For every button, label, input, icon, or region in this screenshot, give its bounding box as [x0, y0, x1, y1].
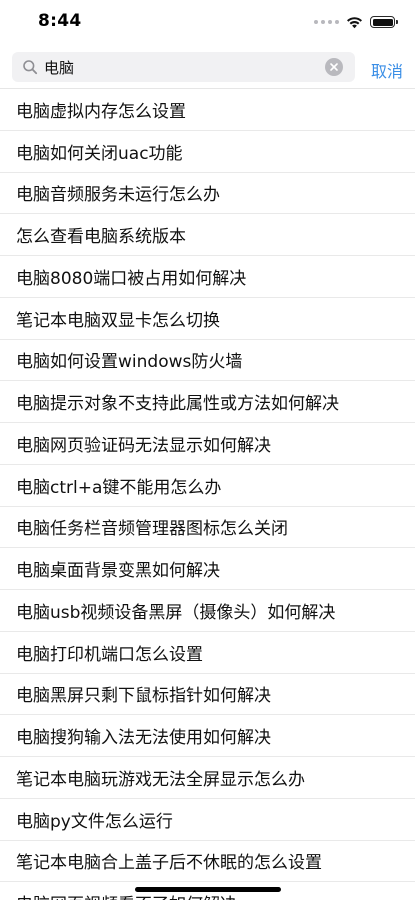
search-screen: 8:44 电脑 取消 电脑虚拟内存怎么设置 电脑如何关闭uac功能 电脑音频服务…	[0, 0, 415, 900]
status-icons	[314, 15, 398, 29]
clear-icon[interactable]	[325, 58, 343, 76]
battery-icon	[370, 16, 398, 28]
list-item[interactable]: 电脑提示对象不支持此属性或方法如何解决	[0, 381, 415, 423]
search-input[interactable]	[44, 54, 308, 80]
cancel-button[interactable]: 取消	[371, 58, 403, 82]
list-item[interactable]: 笔记本电脑双显卡怎么切换	[0, 298, 415, 340]
list-item[interactable]: 笔记本电脑玩游戏无法全屏显示怎么办	[0, 757, 415, 799]
list-item[interactable]: 电脑8080端口被占用如何解决	[0, 256, 415, 298]
list-item[interactable]: 电脑桌面背景变黑如何解决	[0, 548, 415, 590]
home-indicator[interactable]	[135, 887, 281, 892]
list-item[interactable]: 怎么查看电脑系统版本	[0, 214, 415, 256]
list-item[interactable]: 电脑py文件怎么运行	[0, 799, 415, 841]
list-item[interactable]: 电脑如何设置windows防火墙	[0, 340, 415, 382]
list-item[interactable]: 电脑搜狗输入法无法使用如何解决	[0, 715, 415, 757]
wifi-icon	[347, 16, 362, 28]
search-icon	[23, 60, 38, 75]
list-item[interactable]: 电脑如何关闭uac功能	[0, 131, 415, 173]
list-item[interactable]: 电脑usb视频设备黑屏（摄像头）如何解决	[0, 590, 415, 632]
list-item[interactable]: 电脑ctrl+a键不能用怎么办	[0, 465, 415, 507]
suggestion-list: 电脑虚拟内存怎么设置 电脑如何关闭uac功能 电脑音频服务未运行怎么办 怎么查看…	[0, 88, 415, 900]
search-header: 取消	[0, 50, 415, 86]
list-item[interactable]: 电脑任务栏音频管理器图标怎么关闭	[0, 507, 415, 549]
status-time: 8:44	[38, 11, 82, 31]
status-bar: 8:44	[0, 0, 415, 44]
list-item[interactable]: 电脑网页验证码无法显示如何解决	[0, 423, 415, 465]
list-item[interactable]: 电脑黑屏只剩下鼠标指针如何解决	[0, 674, 415, 716]
list-item[interactable]: 笔记本电脑合上盖子后不休眠的怎么设置	[0, 841, 415, 883]
cellular-signal-icon	[314, 20, 339, 24]
search-field[interactable]	[12, 52, 355, 82]
list-item[interactable]: 电脑音频服务未运行怎么办	[0, 173, 415, 215]
list-item[interactable]: 电脑打印机端口怎么设置	[0, 632, 415, 674]
list-item[interactable]: 电脑虚拟内存怎么设置	[0, 89, 415, 131]
